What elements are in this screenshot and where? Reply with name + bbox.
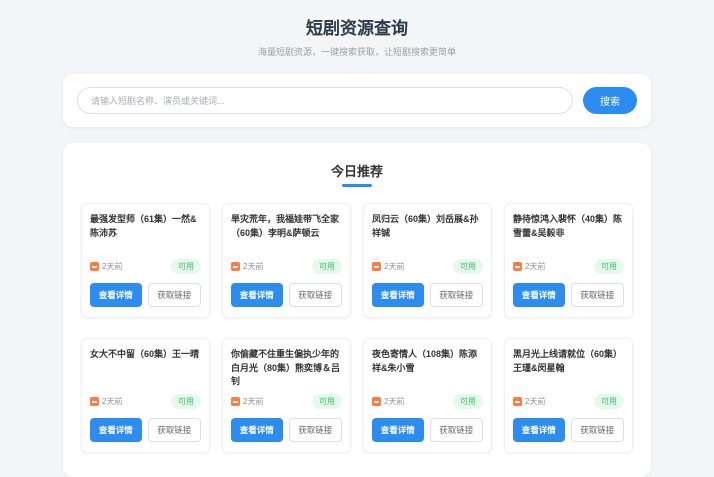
- calendar-icon: [372, 262, 381, 271]
- card-actions: 查看详情 获取链接: [231, 283, 342, 307]
- card-actions: 查看详情 获取链接: [372, 418, 483, 442]
- time-badge: 2天前: [231, 261, 263, 272]
- drama-title: 旱灾荒年，我福娃带飞全家（60集）李明&萨顿云: [231, 214, 340, 238]
- drama-card: 黑月光上线请就位（60集）王瑾&闵星翰 2天前 可用 查看详情 获取链接: [504, 338, 633, 453]
- time-label: 2天前: [384, 397, 405, 406]
- drama-card: 旱灾荒年，我福娃带飞全家（60集）李明&萨顿云 2天前 可用 查看详情 获取链接: [222, 203, 351, 318]
- card-actions: 查看详情 获取链接: [513, 283, 624, 307]
- get-link-button[interactable]: 获取链接: [570, 418, 624, 442]
- time-badge: 2天前: [513, 396, 545, 407]
- time-badge: 2天前: [90, 261, 122, 272]
- drama-title: 凤归云（60集）刘岳展&孙祥铖: [372, 214, 479, 238]
- drama-title: 黑月光上线请就位（60集）王瑾&闵星翰: [513, 349, 623, 373]
- card-actions: 查看详情 获取链接: [372, 283, 483, 307]
- card-meta: 2天前 可用: [231, 259, 342, 274]
- time-label: 2天前: [525, 262, 546, 271]
- status-badge: 可用: [312, 259, 342, 274]
- card-meta: 2天前 可用: [513, 259, 624, 274]
- calendar-icon: [231, 397, 240, 406]
- search-button[interactable]: 搜索: [583, 87, 637, 114]
- search-bar: 搜索: [63, 74, 651, 127]
- get-link-button[interactable]: 获取链接: [288, 418, 342, 442]
- get-link-button[interactable]: 获取链接: [288, 283, 342, 307]
- drama-title: 夜色寄情人（108集）陈添祥&朱小雪: [372, 349, 478, 373]
- status-badge: 可用: [171, 259, 201, 274]
- view-details-button[interactable]: 查看详情: [90, 418, 142, 442]
- time-badge: 2天前: [372, 261, 404, 272]
- get-link-button[interactable]: 获取链接: [147, 283, 201, 307]
- time-badge: 2天前: [372, 396, 404, 407]
- time-label: 2天前: [102, 397, 123, 406]
- card-actions: 查看详情 获取链接: [231, 418, 342, 442]
- drama-card: 静待惊鸿入裴怀（40集）陈雪蕾&吴毅非 2天前 可用 查看详情 获取链接: [504, 203, 633, 318]
- drama-title: 女大不中留（60集）王一晴: [90, 349, 200, 359]
- time-badge: 2天前: [231, 396, 263, 407]
- calendar-icon: [90, 397, 99, 406]
- card-actions: 查看详情 获取链接: [90, 418, 201, 442]
- time-label: 2天前: [102, 262, 123, 271]
- status-badge: 可用: [453, 259, 483, 274]
- drama-title: 你偷藏不住重生偏执少年的白月光（80集）熊奕博＆吕钊: [231, 349, 341, 386]
- calendar-icon: [513, 262, 522, 271]
- view-details-button[interactable]: 查看详情: [231, 283, 283, 307]
- time-label: 2天前: [243, 262, 264, 271]
- view-details-button[interactable]: 查看详情: [513, 418, 565, 442]
- drama-card: 凤归云（60集）刘岳展&孙祥铖 2天前 可用 查看详情 获取链接: [363, 203, 492, 318]
- card-actions: 查看详情 获取链接: [90, 283, 201, 307]
- drama-card: 最强发型师（61集）一然&陈沛苏 2天前 可用 查看详情 获取链接: [81, 203, 210, 318]
- card-actions: 查看详情 获取链接: [513, 418, 624, 442]
- time-label: 2天前: [384, 262, 405, 271]
- recommendations-panel: 今日推荐 最强发型师（61集）一然&陈沛苏 2天前 可用 查看详情 获取链接 旱…: [63, 143, 651, 477]
- get-link-button[interactable]: 获取链接: [570, 283, 624, 307]
- section-title-underline: [342, 184, 372, 187]
- calendar-icon: [90, 262, 99, 271]
- status-badge: 可用: [594, 259, 624, 274]
- drama-title: 静待惊鸿入裴怀（40集）陈雪蕾&吴毅非: [513, 214, 623, 238]
- get-link-button[interactable]: 获取链接: [147, 418, 201, 442]
- calendar-icon: [231, 262, 240, 271]
- view-details-button[interactable]: 查看详情: [372, 418, 424, 442]
- card-grid: 最强发型师（61集）一然&陈沛苏 2天前 可用 查看详情 获取链接 旱灾荒年，我…: [81, 203, 633, 453]
- get-link-button[interactable]: 获取链接: [429, 283, 483, 307]
- get-link-button[interactable]: 获取链接: [429, 418, 483, 442]
- drama-card: 女大不中留（60集）王一晴 2天前 可用 查看详情 获取链接: [81, 338, 210, 453]
- search-input[interactable]: [77, 87, 573, 114]
- calendar-icon: [513, 397, 522, 406]
- time-label: 2天前: [243, 397, 264, 406]
- drama-title: 最强发型师（61集）一然&陈沛苏: [90, 214, 197, 238]
- page: 短剧资源查询 海量短剧资源，一键搜索获取，让短剧搜索更简单 搜索 今日推荐 最强…: [63, 0, 651, 477]
- time-badge: 2天前: [90, 396, 122, 407]
- drama-card: 夜色寄情人（108集）陈添祥&朱小雪 2天前 可用 查看详情 获取链接: [363, 338, 492, 453]
- card-meta: 2天前 可用: [90, 259, 201, 274]
- page-subtitle: 海量短剧资源，一键搜索获取，让短剧搜索更简单: [257, 47, 456, 57]
- view-details-button[interactable]: 查看详情: [90, 283, 142, 307]
- page-title: 短剧资源查询: [306, 19, 408, 38]
- calendar-icon: [372, 397, 381, 406]
- view-details-button[interactable]: 查看详情: [372, 283, 424, 307]
- time-badge: 2天前: [513, 261, 545, 272]
- time-label: 2天前: [525, 397, 546, 406]
- drama-card: 你偷藏不住重生偏执少年的白月光（80集）熊奕博＆吕钊 2天前 可用 查看详情 获…: [222, 338, 351, 453]
- view-details-button[interactable]: 查看详情: [231, 418, 283, 442]
- card-meta: 2天前 可用: [372, 259, 483, 274]
- view-details-button[interactable]: 查看详情: [513, 283, 565, 307]
- section-title: 今日推荐: [330, 164, 383, 179]
